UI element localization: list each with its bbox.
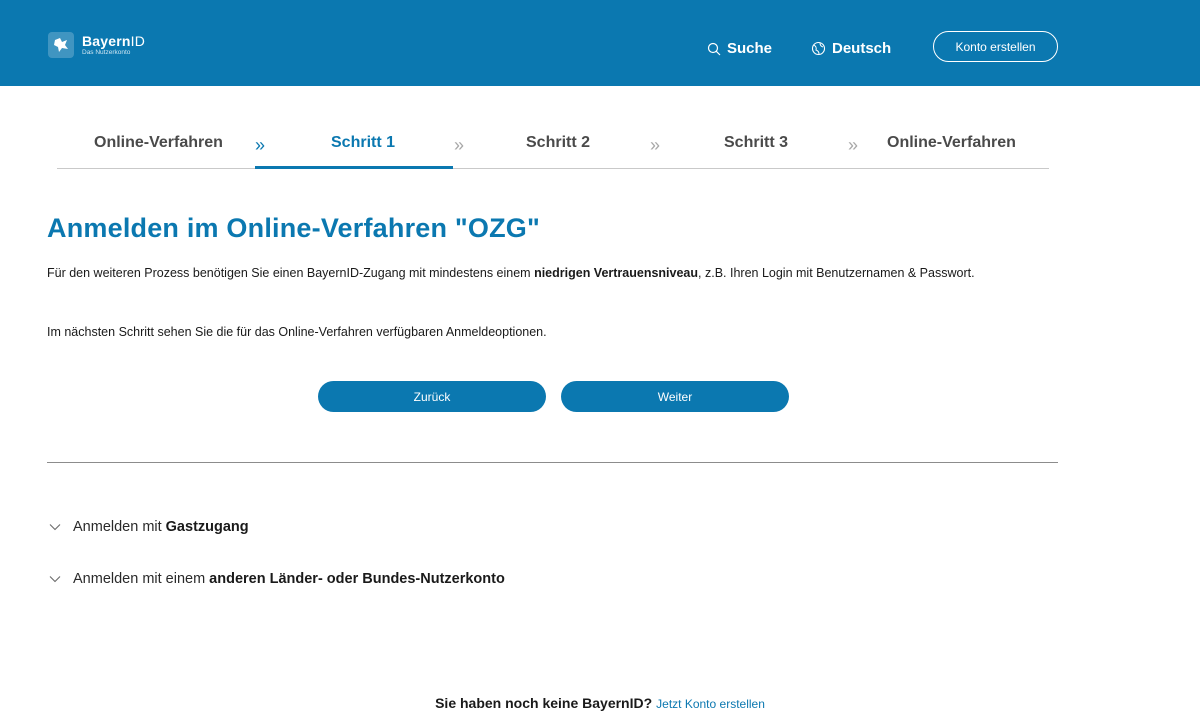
step-schritt-3: Schritt 3 bbox=[724, 134, 789, 151]
create-account-button[interactable]: Konto erstellen bbox=[933, 31, 1058, 62]
search-link[interactable]: Suche bbox=[707, 40, 772, 57]
logo-subtitle: Das Nutzerkonto bbox=[82, 48, 131, 56]
step-schritt-2: Schritt 2 bbox=[526, 134, 591, 151]
back-button[interactable]: Zurück bbox=[318, 381, 546, 412]
step-separator-icon: » bbox=[848, 135, 859, 155]
language-label: Deutsch bbox=[832, 40, 892, 57]
chevron-down-icon bbox=[49, 524, 61, 531]
logo-name: BayernID bbox=[82, 32, 146, 49]
progress-stepper: Online-Verfahren » Schritt 1 » Schritt 2… bbox=[57, 128, 1049, 169]
signup-prompt: Sie haben noch keine BayernID? Jetzt Kont… bbox=[0, 695, 1200, 711]
step-separator-icon: » bbox=[255, 135, 266, 155]
section-divider bbox=[47, 462, 1058, 463]
search-icon bbox=[707, 42, 721, 55]
signup-question: Sie haben noch keine BayernID? bbox=[435, 695, 653, 711]
language-selector[interactable]: Deutsch bbox=[811, 40, 891, 57]
trust-level-highlight: niedrigen Vertrauensniveau bbox=[534, 266, 699, 280]
next-button[interactable]: Weiter bbox=[561, 381, 789, 412]
accordion-other-account[interactable]: Anmelden mit einem anderen Länder- oder B… bbox=[49, 571, 505, 587]
lion-logo-icon bbox=[48, 32, 74, 58]
bayernid-logo[interactable]: BayernID Das Nutzerkonto bbox=[48, 28, 145, 62]
accordion-guest-access[interactable]: Anmelden mit Gastzugang bbox=[49, 519, 249, 535]
step-online-verfahren-end: Online-Verfahren bbox=[887, 134, 1016, 151]
chevron-down-icon bbox=[49, 576, 61, 583]
step-separator-icon: » bbox=[650, 135, 661, 155]
search-label: Suche bbox=[727, 40, 773, 57]
top-header-bar: BayernID Das Nutzerkonto Suche Deutsch K… bbox=[0, 0, 1200, 86]
hint-text: Im nächsten Schritt sehen Sie die für da… bbox=[47, 325, 547, 339]
globe-icon bbox=[811, 41, 826, 56]
step-online-verfahren-start[interactable]: Online-Verfahren bbox=[94, 134, 223, 152]
step-schritt-1: Schritt 1 bbox=[331, 134, 396, 151]
page-title: Anmelden im Online-Verfahren "OZG" bbox=[47, 213, 540, 243]
create-account-link[interactable]: Jetzt Konto erstellen bbox=[656, 697, 765, 711]
active-step-indicator bbox=[255, 166, 453, 169]
step-separator-icon: » bbox=[454, 135, 465, 155]
intro-text: Für den weiteren Prozess benötigen Sie e… bbox=[47, 266, 975, 280]
